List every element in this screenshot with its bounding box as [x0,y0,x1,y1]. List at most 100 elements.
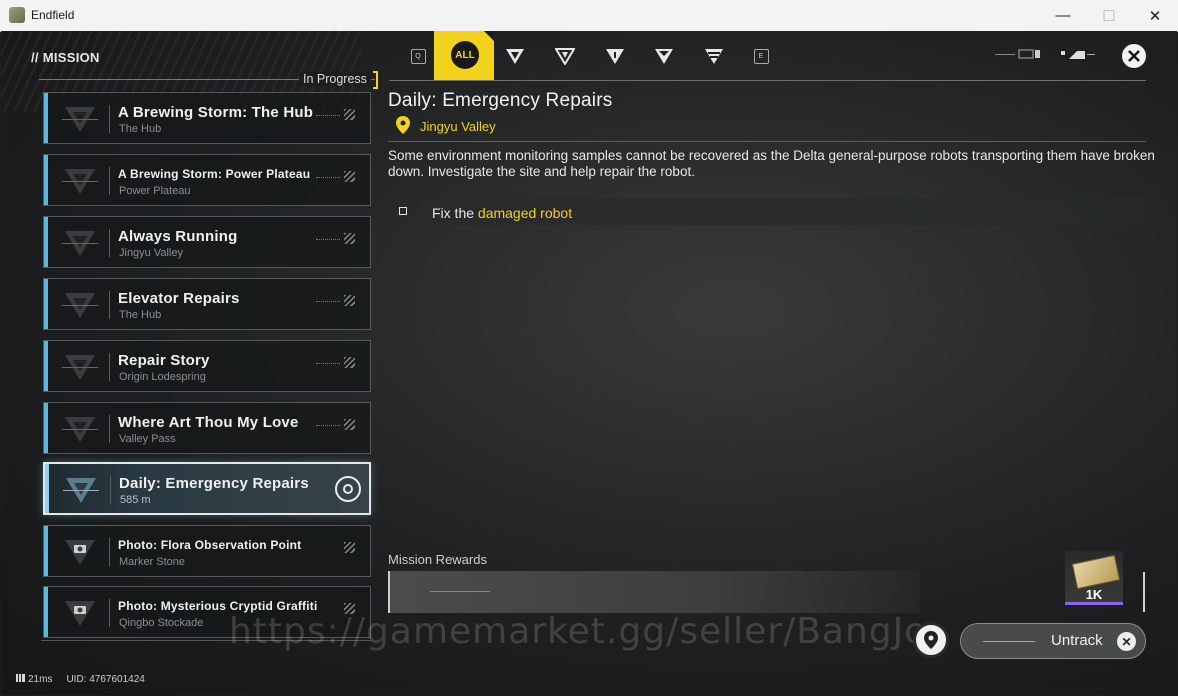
hatch-icon [344,295,355,306]
filter-exploration-tab[interactable] [600,45,630,67]
mission-name: Photo: Flora Observation Point [118,538,302,552]
rewards-edge [1143,572,1145,612]
mission-name: Repair Story [118,352,210,369]
ping-indicator: 21ms [16,674,52,685]
hatch-icon [344,171,355,182]
card-separator [109,291,110,319]
prev-filter-key[interactable]: Q [403,45,433,67]
hatch-icon [344,419,355,430]
card-separator [110,476,111,504]
map-pin-icon [924,631,938,649]
close-mission-panel-button[interactable] [1122,44,1146,68]
card-stripe [316,363,340,365]
hud-map-icon [1061,51,1095,59]
hatch-icon [344,542,355,553]
card-separator [109,105,110,133]
close-icon [1128,50,1140,62]
card-accent [44,93,48,143]
mission-card[interactable]: A Brewing Storm: Power Plateau Power Pla… [43,154,371,206]
card-accent [44,217,48,267]
untrack-button[interactable]: Untrack ✕ [960,623,1146,659]
rarity-bar [1065,602,1123,605]
mission-name: Always Running [118,228,238,245]
all-filter-label: ALL [451,41,479,69]
main-story-icon [506,49,524,64]
rewards-bar [388,571,920,613]
mission-header: // MISSION [31,50,100,65]
filter-commission-tab[interactable] [699,45,729,67]
mission-card[interactable]: Elevator Repairs The Hub [43,278,371,330]
card-accent [44,526,48,576]
mission-description: Some environment monitoring samples cann… [388,148,1155,179]
mission-region: Jingyu Valley [420,119,496,134]
card-accent [44,279,48,329]
uid-label: UID: 4767601424 [66,674,145,685]
card-accent [44,587,48,637]
mission-location: The Hub [119,309,162,321]
mission-name: A Brewing Storm: Power Plateau [118,167,311,181]
objective-text: Fix the damaged robot [432,205,572,221]
app-icon [9,7,25,23]
locate-mission-button[interactable] [913,622,949,658]
card-accent [45,464,49,513]
mission-location: Jingyu Valley [119,247,183,259]
watermark: https://gamemarket.gg/seller/BangJo [229,611,928,652]
mission-card[interactable]: Repair Story Origin Lodespring [43,340,371,392]
signal-icon [16,674,25,682]
mission-card[interactable]: Where Art Thou My Love Valley Pass [43,402,371,454]
photo-mission-icon [65,540,95,565]
mission-card-selected[interactable]: Daily: Emergency Repairs 585 m [43,462,371,515]
mission-name: Daily: Emergency Repairs [119,475,309,492]
untrack-line [983,641,1035,642]
window-title: Endfield [31,8,75,22]
in-progress-label: In Progress [299,72,371,86]
tabs-divider [389,80,1146,81]
event-icon [655,49,673,64]
mission-location: Marker Stone [119,556,186,568]
mission-location: Qingbo Stockade [119,617,204,629]
minimize-button[interactable]: — [1040,0,1086,31]
side-story-icon [555,48,575,65]
hud-indicator-icon [995,49,1040,59]
detail-divider [388,141,1146,142]
filter-event-tab[interactable] [649,45,679,67]
card-separator [109,353,110,381]
untrack-label: Untrack [1051,632,1103,649]
mission-name: Where Art Thou My Love [118,414,299,431]
filter-main-story-tab[interactable] [500,45,530,67]
mission-type-icon [62,417,98,442]
status-bar: 21ms UID: 4767601424 [16,674,145,685]
card-accent [44,341,48,391]
close-window-button[interactable]: ✕ [1132,0,1178,31]
mission-card[interactable]: Photo: Flora Observation Point Marker St… [43,525,371,577]
card-separator [109,599,110,627]
card-stripe [316,115,340,117]
card-stripe [316,177,340,179]
mission-type-icon [62,231,98,256]
photo-mission-icon [65,601,95,626]
card-stripe [316,239,340,241]
commission-icon [705,49,723,64]
mission-distance: 585 m [120,494,151,506]
tab-notch [484,31,494,41]
mission-type-icon [62,293,98,318]
mission-location: Valley Pass [119,433,176,445]
mission-type-icon [63,478,99,503]
mission-type-icon [62,169,98,194]
close-icon: ✕ [1117,632,1136,651]
maximize-button[interactable]: ☐ [1086,0,1132,31]
card-accent [44,155,48,205]
next-filter-key[interactable]: E [746,45,776,67]
window-titlebar: Endfield — ☐ ✕ [0,0,1178,32]
mission-type-icon [62,107,98,132]
hatch-icon [344,357,355,368]
mission-name: A Brewing Storm: The Hub [118,104,314,121]
filter-side-story-tab[interactable] [550,45,580,67]
reward-item[interactable]: 1K [1065,551,1123,605]
filter-all-tab[interactable]: ALL [434,31,494,80]
mission-card[interactable]: A Brewing Storm: The Hub The Hub [43,92,371,144]
tracking-target-icon[interactable] [335,476,361,502]
rewards-label: Mission Rewards [388,552,487,567]
mission-detail-title: Daily: Emergency Repairs [388,90,613,111]
mission-card[interactable]: Always Running Jingyu Valley [43,216,371,268]
